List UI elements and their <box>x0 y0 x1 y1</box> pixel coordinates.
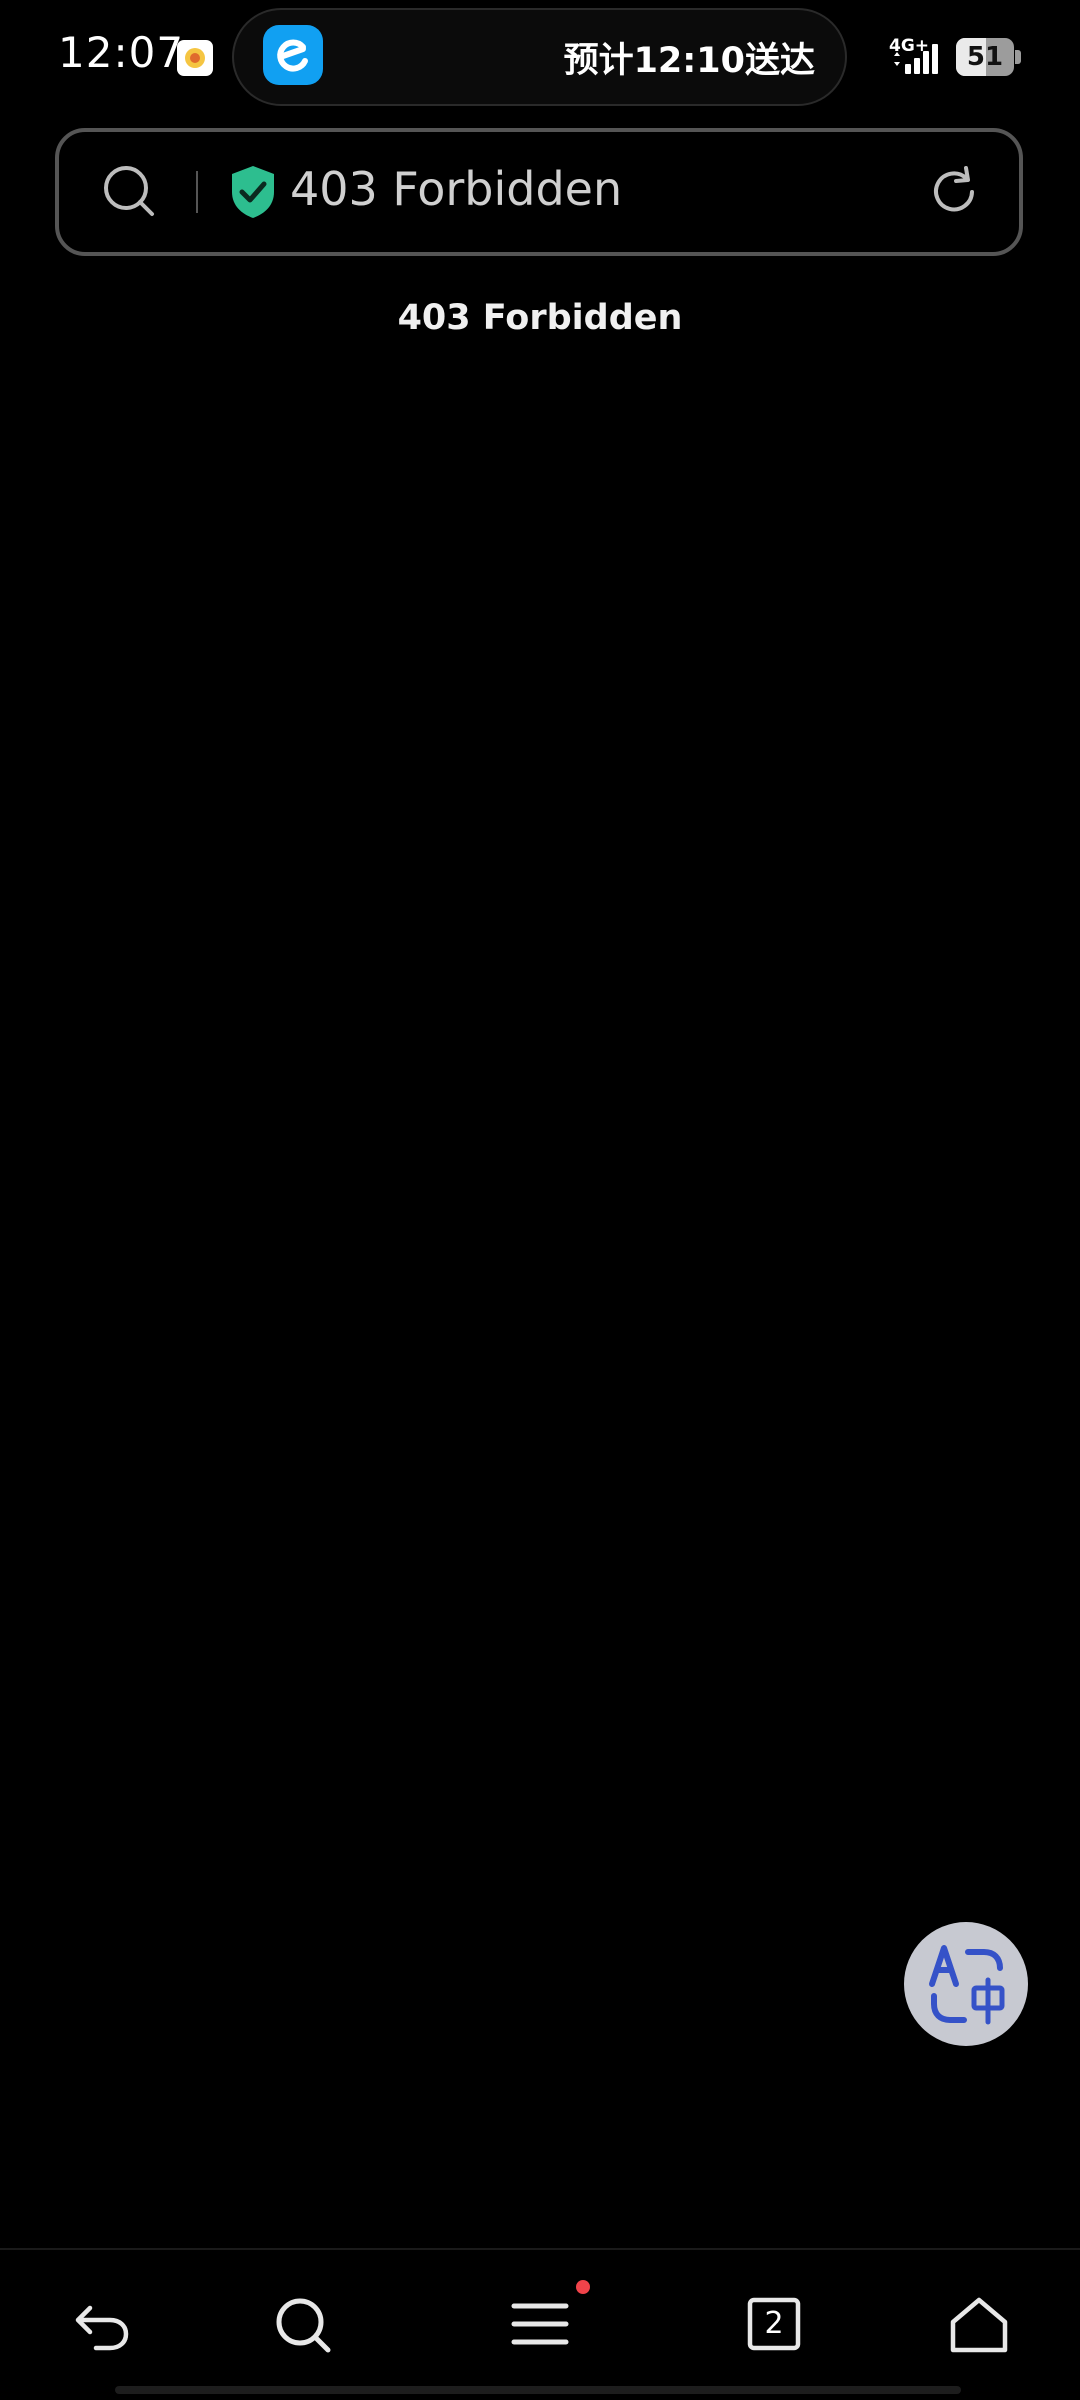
signal-strength-icon <box>894 44 938 74</box>
battery-indicator: 51 <box>956 38 1022 76</box>
notification-app-icon <box>177 40 213 76</box>
address-bar-page-title[interactable]: 403 Forbidden <box>290 162 622 216</box>
status-time: 12:07 <box>58 28 185 77</box>
shield-check-icon[interactable] <box>228 164 278 220</box>
translate-icon <box>929 1945 1005 2025</box>
home-icon[interactable] <box>947 2292 1011 2356</box>
hamburger-menu-icon[interactable] <box>508 2292 572 2356</box>
toolbar-search-icon[interactable] <box>270 2292 334 2356</box>
translate-button[interactable] <box>904 1922 1028 2046</box>
eleme-app-icon[interactable] <box>263 25 323 85</box>
delivery-eta-text: 预计12:10送达 <box>563 41 815 81</box>
status-bar: 12:07 预计12:10送达 4G+ 51 <box>0 0 1080 115</box>
address-bar-divider <box>196 171 198 213</box>
page-heading: 403 Forbidden <box>397 298 683 338</box>
back-arrow-icon[interactable] <box>70 2292 134 2356</box>
refresh-icon[interactable] <box>926 164 982 220</box>
search-icon[interactable] <box>100 162 158 220</box>
gesture-home-indicator[interactable] <box>115 2386 961 2394</box>
tab-count[interactable]: 2 <box>742 2292 806 2356</box>
menu-notification-dot <box>576 2280 590 2294</box>
battery-level-text: 51 <box>966 42 1004 72</box>
